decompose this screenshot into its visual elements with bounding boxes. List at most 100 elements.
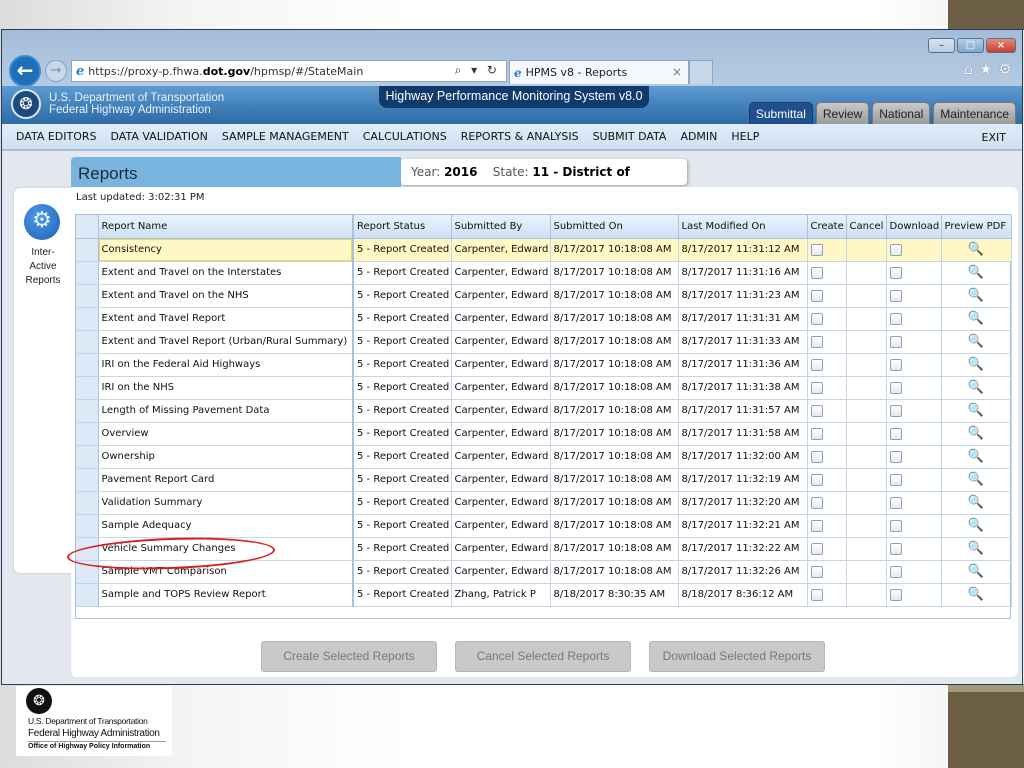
- preview-pdf-icon[interactable]: 🔍: [942, 472, 1011, 487]
- create-checkbox[interactable]: [810, 335, 823, 348]
- download-checkbox[interactable]: [889, 427, 902, 440]
- column-submitted-on[interactable]: Submitted On: [550, 215, 679, 239]
- download-checkbox[interactable]: [889, 358, 902, 371]
- tab-national[interactable]: National: [872, 102, 931, 124]
- menu-reports-analysis[interactable]: REPORTS & ANALYSIS: [454, 130, 586, 143]
- create-selected-reports-button[interactable]: Create Selected Reports: [261, 641, 437, 672]
- create-checkbox[interactable]: [810, 266, 823, 279]
- row-selector[interactable]: [76, 238, 99, 262]
- settings-icon[interactable]: ⚙: [999, 60, 1012, 78]
- preview-pdf-icon[interactable]: 🔍: [942, 518, 1011, 533]
- create-checkbox[interactable]: [810, 542, 823, 555]
- download-checkbox[interactable]: [889, 243, 902, 256]
- create-checkbox[interactable]: [810, 473, 823, 486]
- menu-exit[interactable]: EXIT: [982, 131, 1006, 144]
- home-icon[interactable]: ⌂: [964, 60, 974, 78]
- menu-calculations[interactable]: CALCULATIONS: [356, 130, 454, 143]
- create-checkbox[interactable]: [810, 381, 823, 394]
- preview-pdf-icon[interactable]: 🔍: [942, 242, 1011, 257]
- table-row[interactable]: Extent and Travel Report (Urban/Rural Su…: [76, 330, 1012, 354]
- row-selector[interactable]: [76, 491, 99, 515]
- download-checkbox[interactable]: [889, 588, 902, 601]
- row-selector[interactable]: [76, 284, 99, 308]
- table-row[interactable]: Length of Missing Pavement Data 5 - Repor…: [76, 399, 1012, 423]
- sidebar-item-interactive-reports[interactable]: Inter- Active Reports: [14, 246, 72, 288]
- download-checkbox[interactable]: [889, 519, 902, 532]
- table-row[interactable]: Validation Summary 5 - Report Created Carp…: [76, 491, 1012, 515]
- column-cancel[interactable]: Cancel: [846, 215, 887, 239]
- row-selector[interactable]: [76, 422, 99, 446]
- table-row[interactable]: Consistency 5 - Report Created Carpenter, …: [76, 238, 1012, 262]
- create-checkbox[interactable]: [810, 450, 823, 463]
- new-tab-button[interactable]: [689, 60, 713, 84]
- create-checkbox[interactable]: [810, 588, 823, 601]
- download-checkbox[interactable]: [889, 312, 902, 325]
- table-row[interactable]: Extent and Travel on the Interstates 5 - …: [76, 261, 1012, 285]
- create-checkbox[interactable]: [810, 243, 823, 256]
- column-report-name[interactable]: Report Name: [98, 215, 354, 239]
- row-selector[interactable]: [76, 468, 99, 492]
- preview-pdf-icon[interactable]: 🔍: [942, 564, 1011, 579]
- row-selector[interactable]: [76, 583, 99, 607]
- table-row[interactable]: Vehicle Summary Changes 5 - Report Create…: [76, 537, 1012, 561]
- download-checkbox[interactable]: [889, 381, 902, 394]
- favorites-icon[interactable]: ★: [979, 60, 992, 78]
- download-selected-reports-button[interactable]: Download Selected Reports: [649, 641, 825, 672]
- browser-tab[interactable]: e HPMS v8 - Reports ×: [509, 60, 689, 84]
- column-report-status[interactable]: Report Status: [353, 215, 452, 239]
- preview-pdf-icon[interactable]: 🔍: [942, 495, 1011, 510]
- menu-help[interactable]: HELP: [724, 130, 766, 143]
- download-checkbox[interactable]: [889, 496, 902, 509]
- tab-review[interactable]: Review: [815, 102, 870, 124]
- create-checkbox[interactable]: [810, 312, 823, 325]
- column-download[interactable]: Download: [886, 215, 942, 239]
- row-selector[interactable]: [76, 376, 99, 400]
- forward-button[interactable]: →: [45, 60, 67, 82]
- tab-maintenance[interactable]: Maintenance: [933, 102, 1016, 124]
- download-checkbox[interactable]: [889, 289, 902, 302]
- create-checkbox[interactable]: [810, 565, 823, 578]
- row-selector[interactable]: [76, 514, 99, 538]
- minimize-button[interactable]: –: [928, 38, 955, 53]
- create-checkbox[interactable]: [810, 427, 823, 440]
- search-refresh-icon[interactable]: ⌕ ▾ ↻: [455, 63, 500, 78]
- table-row[interactable]: Ownership 5 - Report Created Carpenter, Ed…: [76, 445, 1012, 469]
- close-window-button[interactable]: ×: [986, 38, 1016, 53]
- preview-pdf-icon[interactable]: 🔍: [942, 265, 1011, 280]
- menu-admin[interactable]: ADMIN: [673, 130, 724, 143]
- row-selector[interactable]: [76, 537, 99, 561]
- download-checkbox[interactable]: [889, 404, 902, 417]
- menu-sample-management[interactable]: SAMPLE MANAGEMENT: [215, 130, 356, 143]
- tab-submittal[interactable]: Submittal: [748, 102, 813, 124]
- row-selector[interactable]: [76, 307, 99, 331]
- preview-pdf-icon[interactable]: 🔍: [942, 357, 1011, 372]
- row-selector[interactable]: [76, 261, 99, 285]
- create-checkbox[interactable]: [810, 496, 823, 509]
- table-row[interactable]: IRI on the Federal Aid Highways 5 - Repor…: [76, 353, 1012, 377]
- tab-close-icon[interactable]: ×: [672, 65, 682, 79]
- preview-pdf-icon[interactable]: 🔍: [942, 288, 1011, 303]
- table-row[interactable]: Sample VMT Comparison 5 - Report Created C…: [76, 560, 1012, 584]
- menu-submit-data[interactable]: SUBMIT DATA: [586, 130, 674, 143]
- row-selector[interactable]: [76, 445, 99, 469]
- maximize-button[interactable]: □: [957, 38, 984, 53]
- table-row[interactable]: Extent and Travel Report 5 - Report Creat…: [76, 307, 1012, 331]
- download-checkbox[interactable]: [889, 565, 902, 578]
- table-row[interactable]: Sample Adequacy 5 - Report Created Carpent…: [76, 514, 1012, 538]
- cancel-selected-reports-button[interactable]: Cancel Selected Reports: [455, 641, 631, 672]
- column-submitted-by[interactable]: Submitted By: [451, 215, 551, 239]
- row-selector[interactable]: [76, 560, 99, 584]
- download-checkbox[interactable]: [889, 450, 902, 463]
- preview-pdf-icon[interactable]: 🔍: [942, 334, 1011, 349]
- preview-pdf-icon[interactable]: 🔍: [942, 541, 1011, 556]
- table-row[interactable]: Overview 5 - Report Created Carpenter, Edw…: [76, 422, 1012, 446]
- menu-data-validation[interactable]: DATA VALIDATION: [104, 130, 215, 143]
- row-selector[interactable]: [76, 399, 99, 423]
- preview-pdf-icon[interactable]: 🔍: [942, 426, 1011, 441]
- address-bar[interactable]: e https://proxy-p.fhwa. dot.gov/hpmsp/#/S…: [71, 60, 507, 82]
- column-last-modified-on[interactable]: Last Modified On: [678, 215, 808, 239]
- preview-pdf-icon[interactable]: 🔍: [942, 587, 1011, 602]
- column-preview-pdf[interactable]: Preview PDF: [941, 215, 1012, 239]
- preview-pdf-icon[interactable]: 🔍: [942, 311, 1011, 326]
- create-checkbox[interactable]: [810, 289, 823, 302]
